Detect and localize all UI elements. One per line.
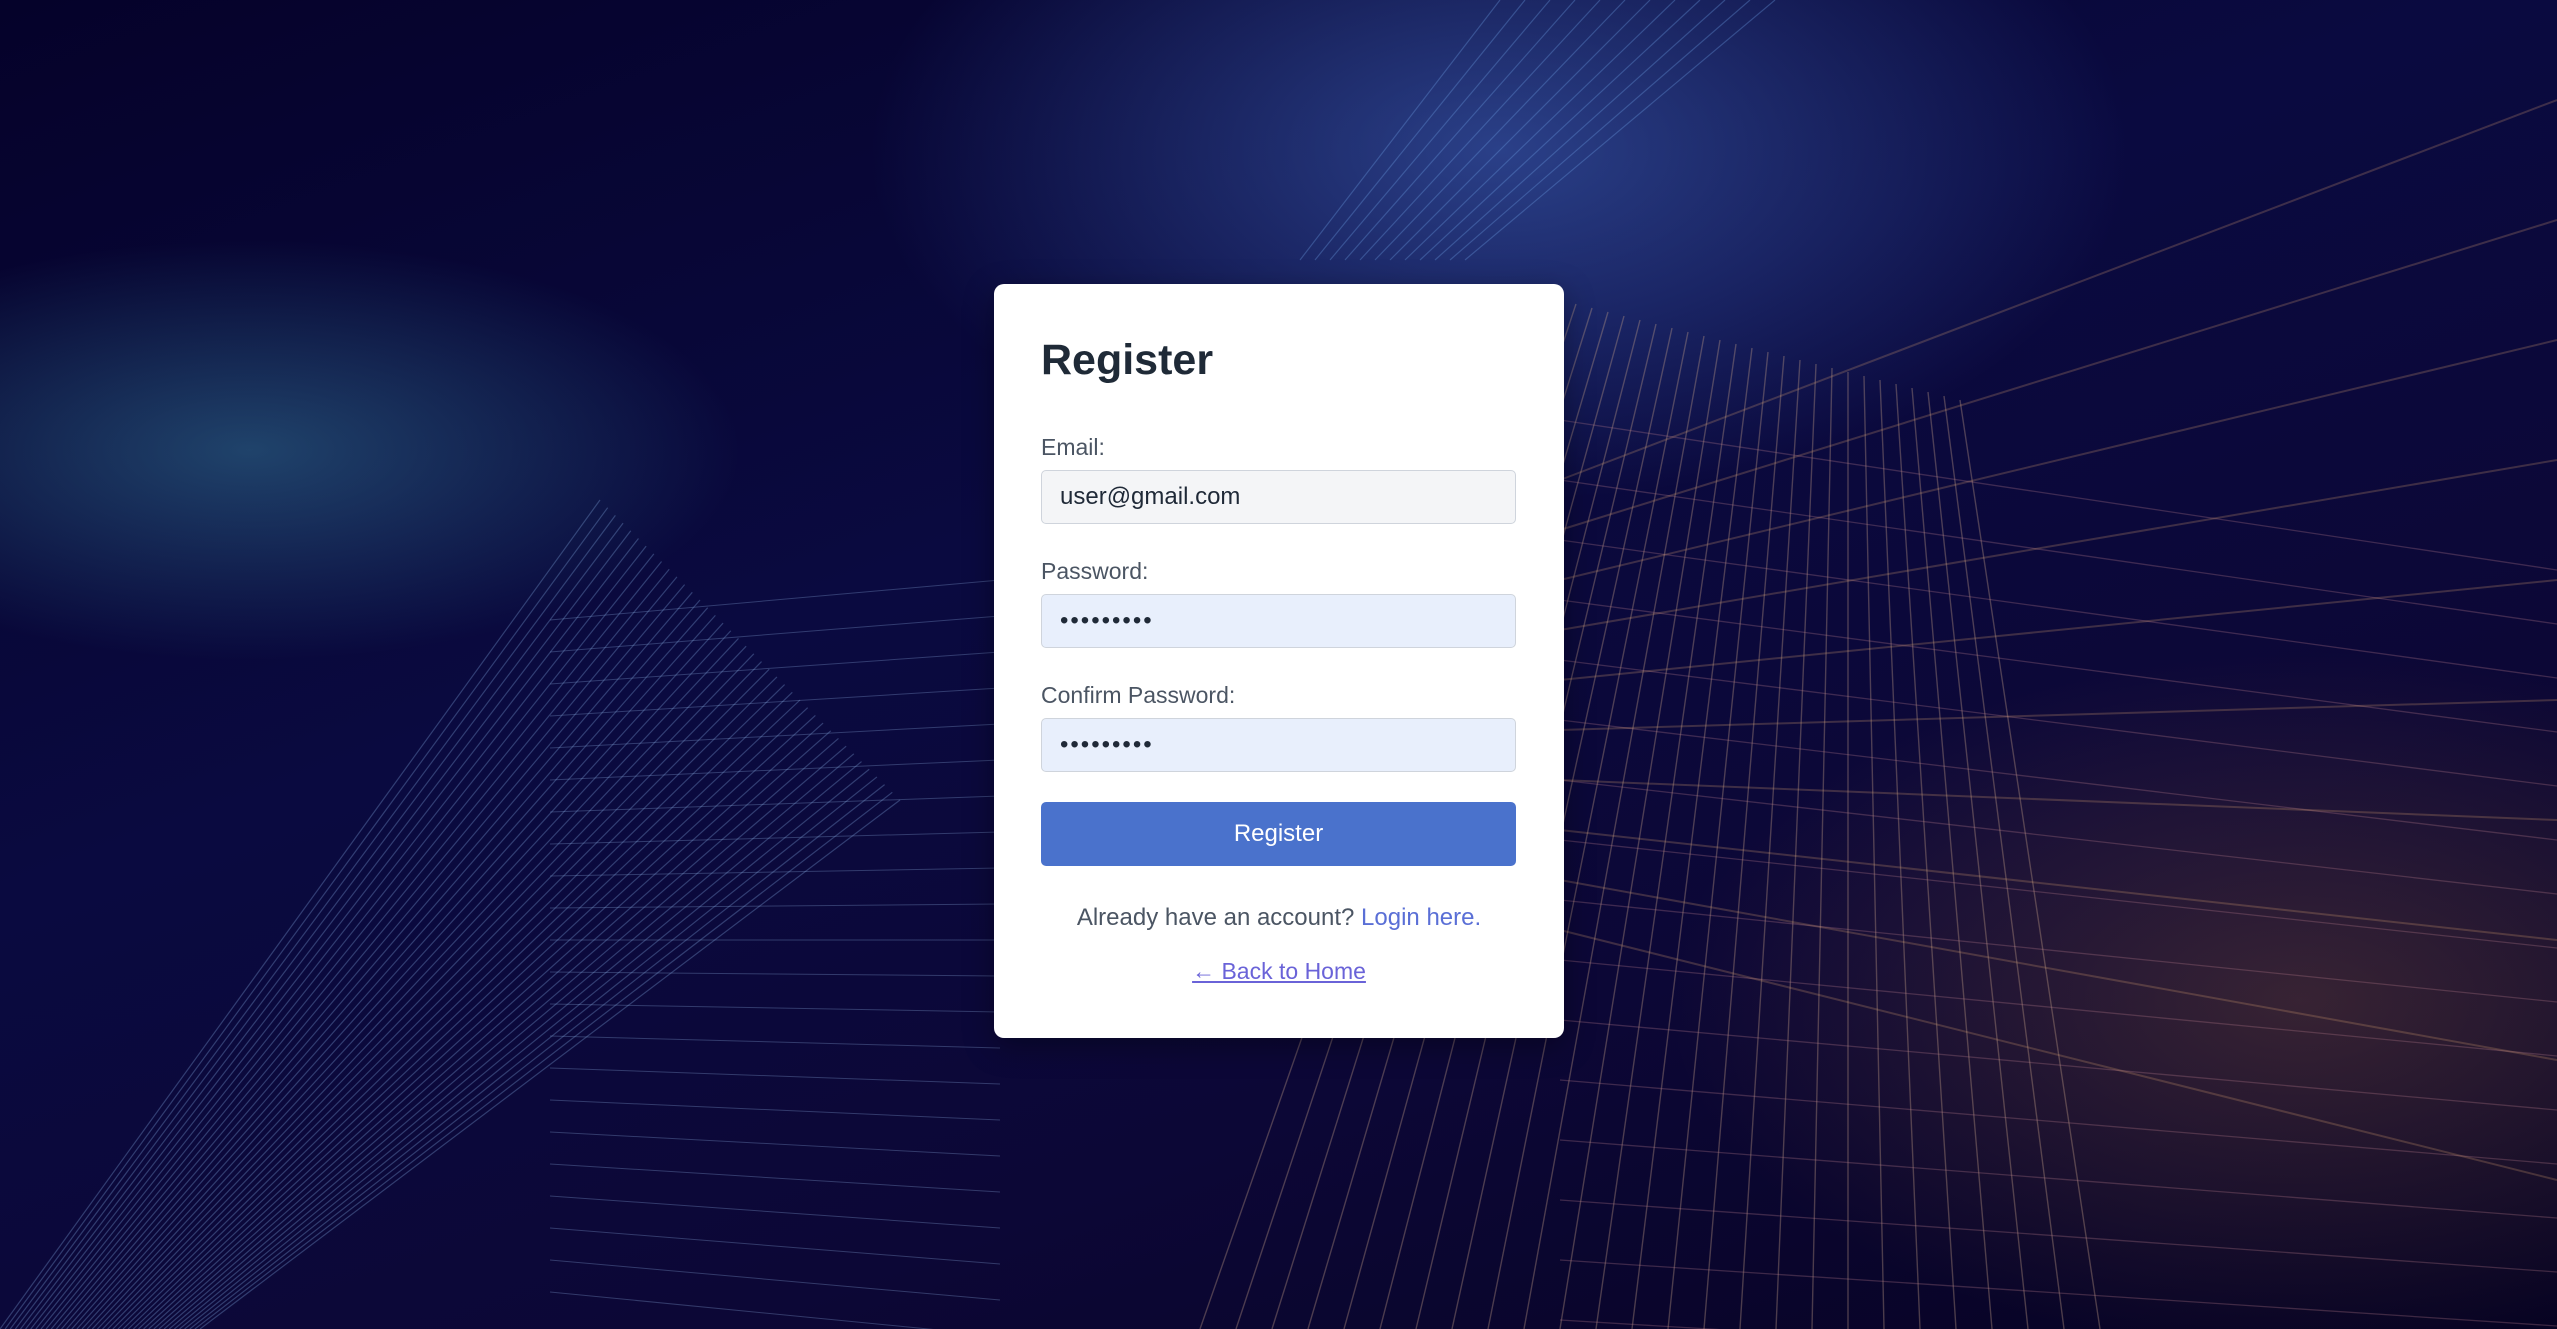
mesh-line [91, 638, 739, 1329]
mesh-line [35, 553, 655, 1329]
mesh-line [1559, 779, 2557, 895]
mesh-line [97, 645, 747, 1329]
mesh-line [61, 591, 693, 1329]
page-title: Register [1041, 336, 1214, 384]
mesh-line [1775, 363, 1817, 1329]
mesh-line [1667, 351, 1769, 1329]
mesh-line [132, 699, 801, 1329]
login-prompt-line: Already have an account? Login here. [994, 904, 1564, 932]
mesh-line [549, 1099, 1001, 1121]
mesh-line [1559, 1259, 2557, 1327]
mesh-line [153, 730, 832, 1329]
mesh-line [1631, 347, 1753, 1329]
mesh-line [138, 707, 809, 1329]
mesh-line [9, 515, 616, 1329]
mesh-line [30, 545, 647, 1329]
mesh-line [163, 745, 847, 1329]
mesh-line [549, 1035, 1001, 1049]
mesh-line [1329, 0, 1551, 261]
mesh-line [1559, 539, 2557, 679]
mesh-line [549, 1067, 1001, 1085]
mesh-line [143, 714, 816, 1329]
mesh-line [127, 691, 793, 1329]
mesh-line [549, 1195, 1001, 1229]
mesh-line [549, 1163, 1001, 1193]
mesh-line [40, 561, 663, 1329]
mesh-line [1895, 383, 1957, 1329]
mesh-line [549, 795, 1001, 813]
mesh-line [14, 522, 624, 1329]
mesh-line [549, 759, 1001, 781]
login-link[interactable]: Login here. [1361, 904, 1481, 931]
mesh-line [1559, 659, 2557, 787]
mesh-line [1559, 579, 2557, 681]
mesh-line [1374, 0, 1626, 261]
login-prompt-text: Already have an account? [1076, 904, 1355, 931]
back-home-line: ← Back to Home [994, 958, 1564, 985]
mesh-line [1389, 0, 1651, 261]
mesh-line [1739, 359, 1801, 1329]
mesh-line [1434, 0, 1726, 261]
mesh-line [50, 576, 678, 1329]
mesh-line [1299, 0, 1501, 261]
back-to-home-link[interactable]: ← Back to Home [1192, 958, 1366, 984]
mesh-line [1559, 419, 2557, 571]
mesh-line [1879, 379, 1921, 1329]
mesh-line [549, 723, 1001, 749]
mesh-line [549, 1003, 1001, 1013]
mesh-line [1559, 1319, 1721, 1329]
mesh-line [1559, 779, 2557, 821]
password-field[interactable] [1041, 594, 1516, 648]
mesh-line [549, 687, 1001, 717]
mesh-line [1559, 99, 2557, 481]
mesh-line [0, 499, 601, 1329]
mesh-line [1811, 367, 1833, 1329]
mesh-line [549, 831, 1001, 845]
mesh-line [1863, 375, 1885, 1329]
mesh-line [1359, 0, 1601, 261]
mesh-line [1464, 0, 1776, 261]
mesh-line [71, 607, 709, 1329]
confirm-password-field[interactable] [1041, 718, 1516, 772]
confirm-password-label: Confirm Password: [1041, 682, 1236, 708]
mesh-line [1559, 959, 2557, 1057]
mesh-line [1449, 0, 1751, 261]
email-field[interactable] [1041, 470, 1516, 524]
mesh-line [66, 599, 701, 1329]
mesh-line [1559, 839, 2557, 949]
mesh-line [107, 661, 762, 1329]
mesh-line [112, 668, 770, 1329]
mesh-line [158, 738, 839, 1329]
password-label: Password: [1041, 558, 1149, 584]
mesh-line [1927, 391, 2029, 1329]
mesh-line [148, 722, 824, 1329]
email-label: Email: [1041, 434, 1105, 460]
mesh-line [4, 507, 609, 1329]
mesh-line [102, 653, 755, 1329]
mesh-line [20, 530, 632, 1329]
register-button[interactable]: Register [1041, 802, 1516, 866]
mesh-line [55, 584, 686, 1329]
mesh-line [1559, 929, 2557, 1181]
mesh-line [549, 1131, 1001, 1157]
mesh-line [1559, 479, 2557, 625]
mesh-line [1314, 0, 1526, 261]
mesh-line [549, 1227, 1001, 1265]
mesh-line [549, 615, 1001, 653]
mesh-line [1943, 395, 2065, 1329]
mesh-line [1559, 719, 2557, 841]
mesh-line [549, 1259, 1001, 1301]
mesh-line [549, 1291, 934, 1329]
mesh-line [1559, 899, 2557, 1003]
mesh-line [549, 903, 1001, 909]
mesh-line [173, 761, 862, 1329]
mesh-line [86, 630, 732, 1329]
mesh-line [45, 568, 670, 1329]
register-card: Register Email: Password: Confirm Passwo… [994, 284, 1564, 1038]
mesh-line [25, 538, 639, 1329]
mesh-line [1559, 699, 2557, 731]
mesh-line [1959, 399, 2101, 1329]
mesh-line [1419, 0, 1701, 261]
